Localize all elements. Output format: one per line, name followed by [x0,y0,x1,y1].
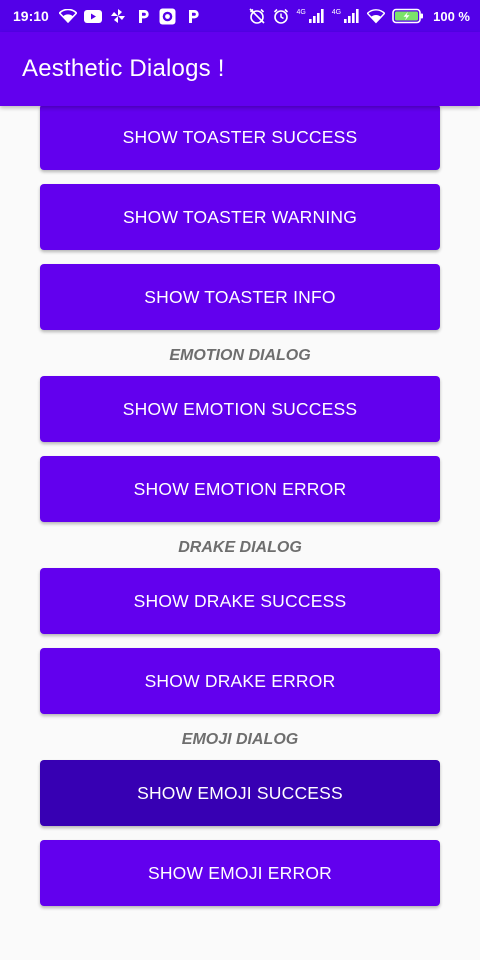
alarm-off-icon [248,7,266,25]
wifi-icon [58,7,77,25]
emotion-dialog-section-label: EMOTION DIALOG [169,347,311,364]
show-emoji-success-button[interactable]: SHOW EMOJI SUCCESS [40,760,440,826]
network-type-label: 4G [331,9,342,16]
show-drake-success-button[interactable]: SHOW DRAKE SUCCESS [40,568,440,634]
show-drake-error-button[interactable]: SHOW DRAKE ERROR [40,648,440,714]
button-list[interactable]: SHOW TOASTER SUCCESS SHOW TOASTER WARNIN… [0,106,480,960]
youtube-icon [83,7,102,25]
app-bar: Aesthetic Dialogs ! [0,32,480,106]
camera-circle-icon [159,7,177,25]
drake-dialog-section-label: DRAKE DIALOG [178,539,302,556]
network-type-label: 4G [296,9,306,16]
status-bar: 19:10 4G 4G 100 % [0,0,480,32]
battery-charging-icon [391,7,425,25]
p-app-icon [134,7,152,25]
signal-icon [308,7,326,25]
status-bar-right: 4G 4G 100 % [248,7,470,25]
status-time: 19:10 [13,8,49,24]
app-title: Aesthetic Dialogs ! [22,55,225,82]
show-emotion-success-button[interactable]: SHOW EMOTION SUCCESS [40,376,440,442]
p-app-icon [184,7,202,25]
battery-percentage: 100 % [433,8,470,24]
pinwheel-icon [109,7,127,25]
show-toaster-warning-button[interactable]: SHOW TOASTER WARNING [40,184,440,250]
show-emotion-error-button[interactable]: SHOW EMOTION ERROR [40,456,440,522]
wifi-icon [367,7,386,25]
alarm-icon [272,7,290,25]
show-toaster-info-button[interactable]: SHOW TOASTER INFO [40,264,440,330]
signal-icon [343,7,361,25]
emoji-dialog-section-label: EMOJI DIALOG [181,731,299,748]
show-toaster-success-button[interactable]: SHOW TOASTER SUCCESS [40,106,440,170]
status-bar-left: 19:10 [13,7,202,25]
show-emoji-error-button[interactable]: SHOW EMOJI ERROR [40,840,440,906]
